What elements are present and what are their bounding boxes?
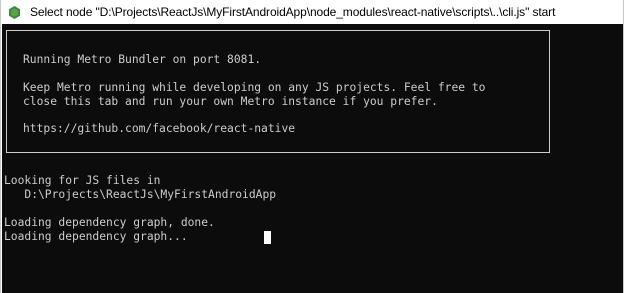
project-path-text: D:\Projects\ReactJs\MyFirstAndroidApp: [4, 188, 277, 201]
metro-info-text-1: Keep Metro running while developing on a…: [23, 81, 486, 94]
metro-port-text: Running Metro Bundler on port 8081.: [23, 53, 262, 66]
dependency-graph-done-text: Loading dependency graph, done.: [4, 216, 215, 229]
dependency-graph-loading-text: Loading dependency graph...: [4, 230, 188, 243]
console-window: Select node "D:\Projects\ReactJs\MyFirst…: [0, 0, 624, 293]
metro-banner-box: Running Metro Bundler on port 8081. Keep…: [6, 30, 550, 153]
text-cursor: [264, 231, 271, 244]
window-title: Select node "D:\Projects\ReactJs\MyFirst…: [30, 5, 556, 19]
looking-for-files-text: Looking for JS files in: [4, 174, 161, 187]
metro-info-text-2: close this tab and run your own Metro in…: [23, 95, 438, 108]
console-output-area[interactable]: Running Metro Bundler on port 8081. Keep…: [2, 24, 623, 293]
title-bar[interactable]: Select node "D:\Projects\ReactJs\MyFirst…: [1, 0, 623, 24]
node-app-icon: [9, 5, 20, 19]
react-native-url-text: https://github.com/facebook/react-native: [23, 122, 296, 135]
